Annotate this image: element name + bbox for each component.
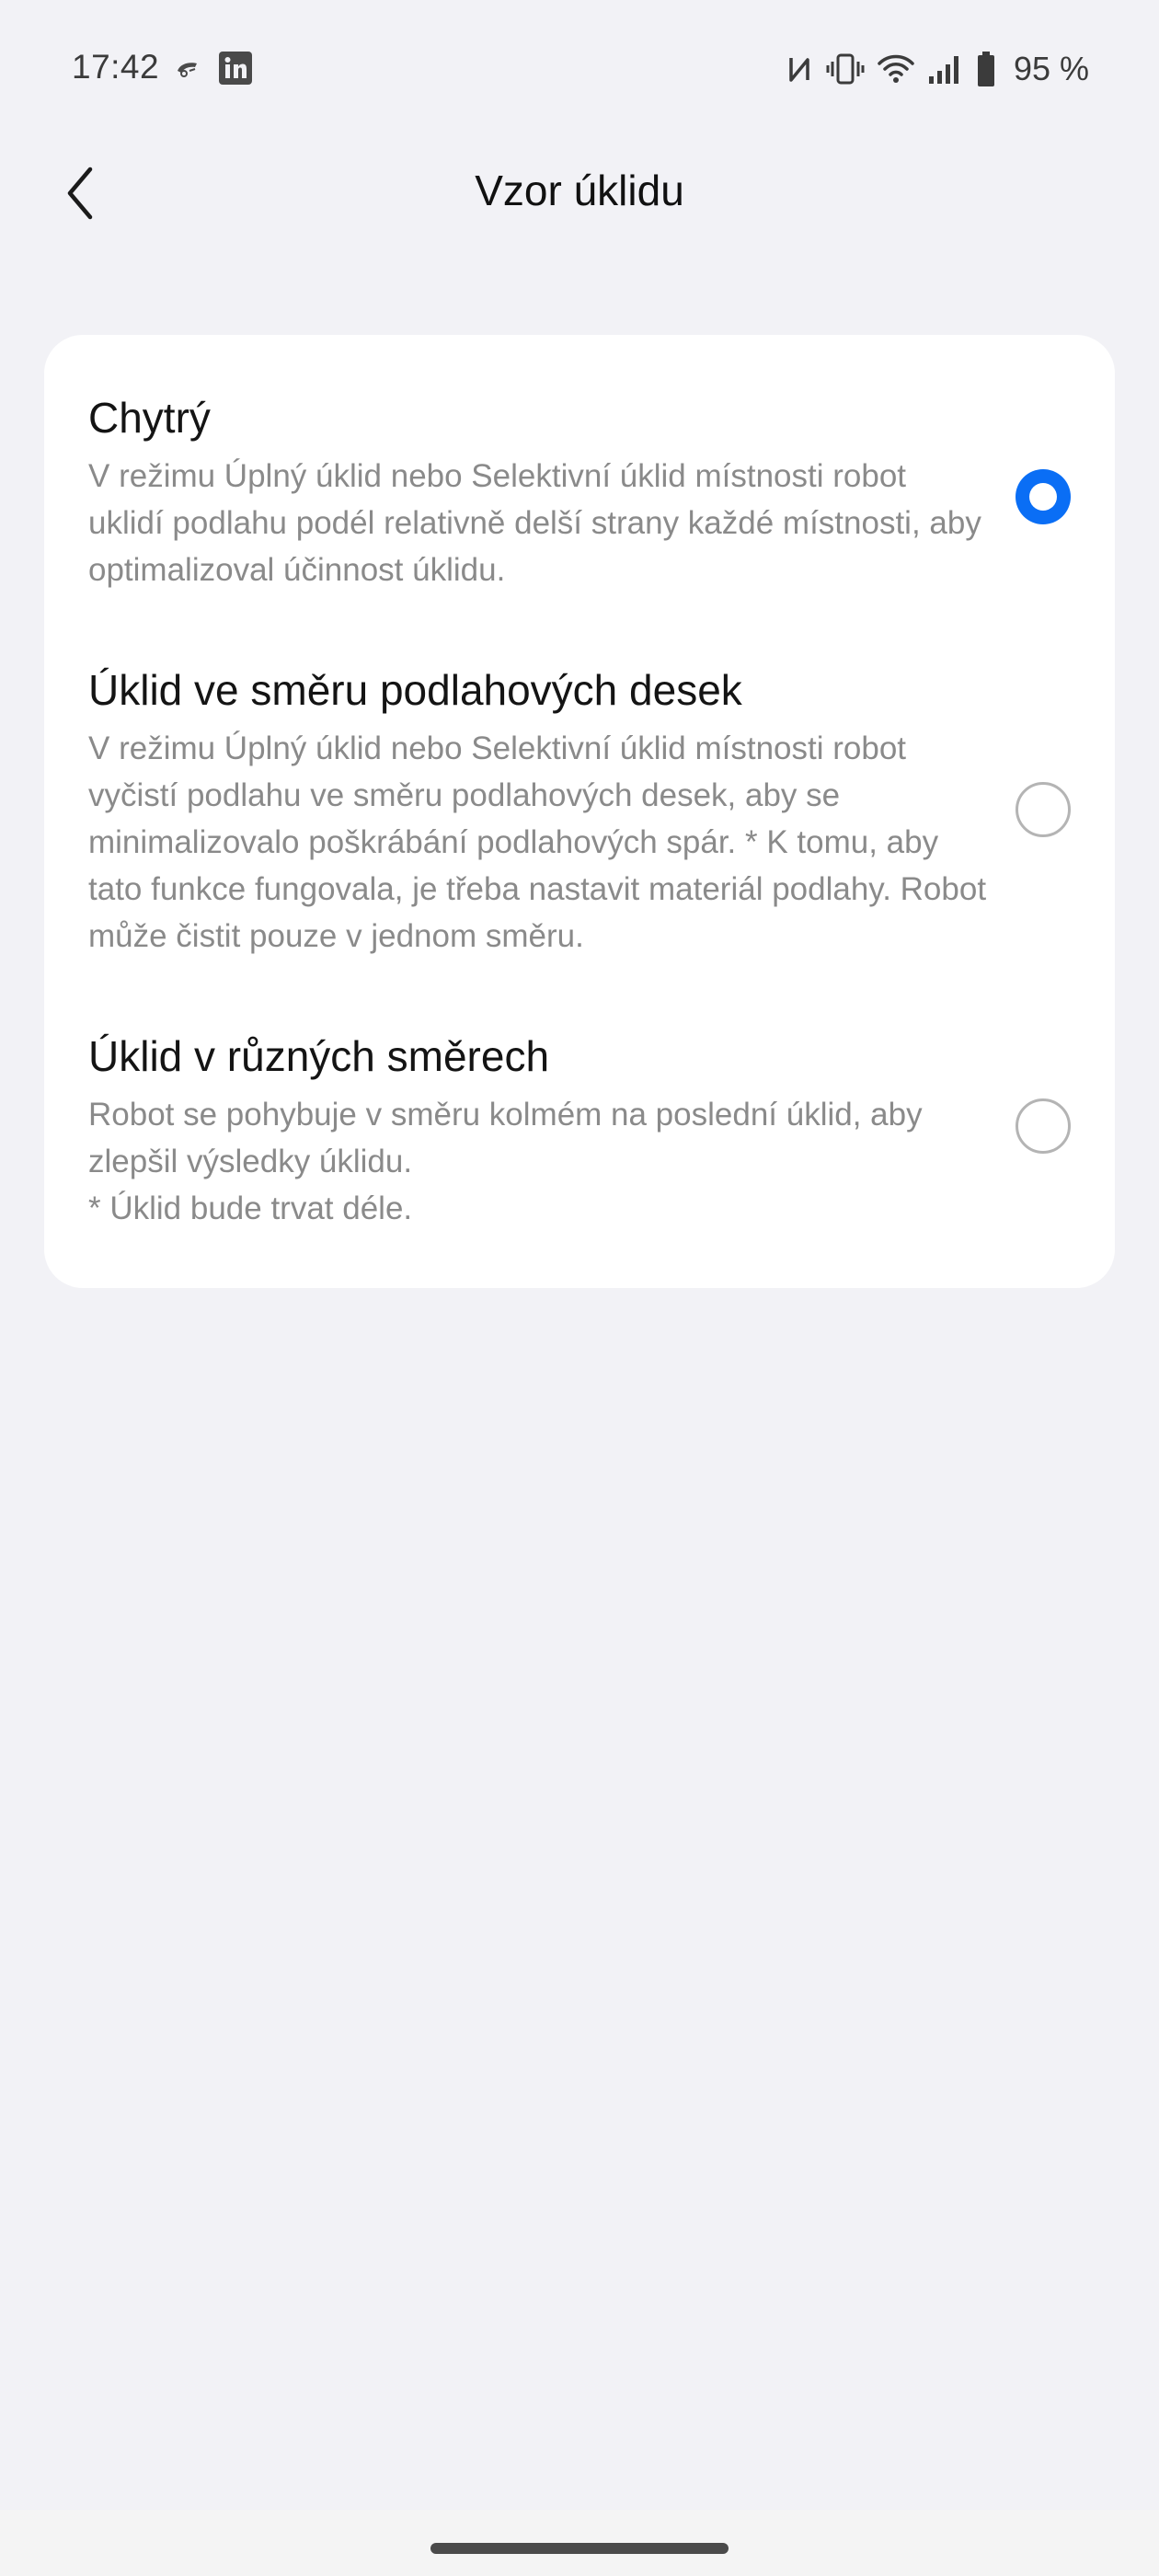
signal-icon: [927, 52, 964, 86]
status-bar: 17:42 95 %: [0, 0, 1159, 138]
robot-vacuum-icon: [173, 54, 201, 82]
option-smart[interactable]: Chytrý V režimu Úplný úklid nebo Selekti…: [88, 392, 1071, 593]
options-card: Chytrý V režimu Úplný úklid nebo Selekti…: [44, 335, 1115, 1288]
battery-level: 95 %: [1013, 50, 1089, 87]
option-multi-direction[interactable]: Úklid v různých směrech Robot se pohybuj…: [88, 1030, 1071, 1232]
nfc-icon: [786, 52, 813, 86]
status-right-icons: 95 %: [786, 50, 1089, 88]
status-time: 17:42: [72, 48, 160, 86]
home-indicator[interactable]: [430, 2543, 729, 2554]
radio-smart[interactable]: [1016, 469, 1071, 524]
option-floorboard-direction[interactable]: Úklid ve směru podlahových desek V režim…: [88, 664, 1071, 960]
option-description-note: * Úklid bude trvat déle.: [88, 1190, 413, 1226]
linkedin-icon: [219, 52, 252, 85]
wifi-icon: [878, 52, 914, 86]
page-title: Vzor úklidu: [475, 167, 684, 214]
option-description: Robot se pohybuje v směru kolmém na posl…: [88, 1091, 990, 1232]
navigation-bar: [0, 2510, 1159, 2576]
battery-icon: [977, 52, 995, 86]
option-title: Úklid ve směru podlahových desek: [88, 666, 742, 714]
status-left-icons: [173, 52, 252, 85]
option-title: Chytrý: [88, 394, 211, 442]
radio-multi-direction[interactable]: [1016, 1098, 1071, 1154]
option-description: V režimu Úplný úklid nebo Selektivní úkl…: [88, 458, 981, 588]
app-header: Vzor úklidu: [0, 138, 1159, 248]
option-description-line: Robot se pohybuje v směru kolmém na posl…: [88, 1097, 923, 1179]
radio-dot: [1029, 483, 1057, 511]
vibrate-icon: [826, 52, 865, 86]
option-description: V režimu Úplný úklid nebo Selektivní úkl…: [88, 730, 987, 954]
radio-floorboard-direction[interactable]: [1016, 782, 1071, 837]
option-title: Úklid v různých směrech: [88, 1032, 550, 1080]
